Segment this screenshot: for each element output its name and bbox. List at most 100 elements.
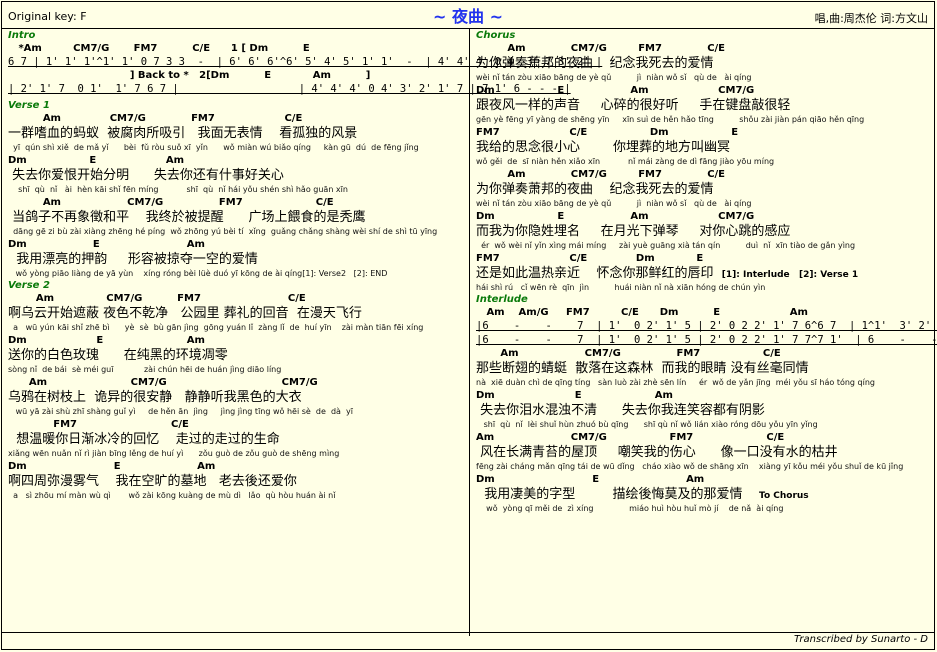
pinyin-line-text: ér wǒ wèi nǐ yǐn xìng mái míng zài yuè g… xyxy=(476,241,856,250)
chord-line: Am CM7/G FM7 C/E xyxy=(8,112,466,125)
pinyin-line-text: wǒ gěi de sī niàn hěn xiǎo xīn nǐ mái zà… xyxy=(476,157,775,166)
chord-line-text: Dm E Am xyxy=(476,390,673,401)
lyric-line-text: 那些断翅的蜻蜓 散落在这森林 而我的眼睛 没有丝毫同情 xyxy=(476,361,809,376)
chord-line-text: FM7 C/E Dm E xyxy=(476,127,739,138)
chord-line-text: Dm E Am xyxy=(476,474,705,485)
chord-line-text: Dm E Am CM7/G xyxy=(476,211,755,222)
pinyin-line-text: wèi nǐ tán zòu xiāo bāng de yè qǔ jì nià… xyxy=(476,73,752,82)
lyric-line-text: 我给的思念很小心 你埋葬的地方叫幽冥 xyxy=(476,140,731,155)
section-label: Verse 2 xyxy=(8,280,466,292)
chord-line-text: Am CM7/G FM7 C/E xyxy=(476,348,781,359)
pinyin-line: ér wǒ wèi nǐ yǐn xìng mái míng zài yuè g… xyxy=(476,240,932,252)
chord-line: Dm E Am xyxy=(8,460,466,473)
lyric-line-text: 我用漂亮的押韵 形容被掠夺一空的爱情 xyxy=(8,252,267,267)
lyric-line: 送你的白色玫瑰 在纯黑的环境凋零 xyxy=(8,347,466,364)
pinyin-line-text: yī qún shì xiě de mǎ yǐ bèi fǔ ròu suǒ x… xyxy=(8,143,419,152)
chord-line-text: Am CM7/G FM7 C/E xyxy=(8,293,306,304)
pinyin-line-text: wǒ yòng piāo liàng de yā yùn xíng róng b… xyxy=(8,269,303,278)
chord-line: ] Back to * 2[Dm E Am ] xyxy=(8,69,466,82)
chord-line: FM7 C/E Dm E xyxy=(476,252,932,265)
lyric-line: 我给的思念很小心 你埋葬的地方叫幽冥 xyxy=(476,139,932,156)
chord-line: Dm E Am xyxy=(8,334,466,347)
chord-line: Am CM7/G FM7 C/E xyxy=(8,292,466,305)
pinyin-line: gēn yè fēng yī yàng de shēng yīn xīn suì… xyxy=(476,114,932,126)
pinyin-line: shī qù nǐ lèi shuǐ hùn zhuó bù qīng shī … xyxy=(476,419,932,431)
notation-line-text: |6 - - 7 | 1' 0 2' 1' 5 | 2' 0 2 2' 1' 7… xyxy=(476,320,937,332)
lyric-line: 还是如此温热亲近 怀念你那鲜红的唇印 [1]: Interlude [2]: V… xyxy=(476,265,932,282)
chord-line-text: Dm E Am CM7/G xyxy=(476,85,755,96)
chord-line: Am Am/G FM7 C/E Dm E Am xyxy=(476,306,932,319)
lyric-line-text: 想温暖你日渐冰冷的回忆 走过的走过的生命 xyxy=(8,432,280,447)
chord-line: Am CM7/G FM7 C/E xyxy=(476,42,932,55)
pinyin-line: wǒ yòng qī měi de zì xíng miáo huì hòu h… xyxy=(476,503,932,515)
chord-line: Am CM7/G FM7 C/E xyxy=(476,347,932,360)
song-title: ~ 夜曲 ~ xyxy=(433,7,503,26)
pinyin-line-text: hái shì rú cǐ wēn rè qīn jìn huái niàn n… xyxy=(476,283,766,292)
section-label-text: Chorus xyxy=(476,30,516,41)
pinyin-line-text: dāng gē zi bù zài xiàng zhēng hé píng wǒ… xyxy=(8,227,438,236)
chord-line: Am CM7/G FM7 C/E xyxy=(476,431,932,444)
chord-line: Dm E Am xyxy=(476,473,932,486)
pinyin-line: nà xiē duàn chì de qīng tíng sàn luò zài… xyxy=(476,377,932,389)
lyric-line: 失去你泪水混浊不清 失去你我连笑容都有阴影 xyxy=(476,402,932,419)
pinyin-line: wèi nǐ tán zòu xiāo bāng de yè qǔ jì nià… xyxy=(476,72,932,84)
pinyin-line: wǒ yòng piāo liàng de yā yùn xíng róng b… xyxy=(8,268,466,280)
right-column: Chorus Am CM7/G FM7 C/E 为你弹奏萧邦的夜曲 纪念我死去的爱… xyxy=(476,30,937,515)
chord-line-text: Am CM7/G FM7 C/E xyxy=(476,169,726,180)
transcriber-credit: Transcribed by Sunarto - D xyxy=(794,634,928,645)
pinyin-line: yī qún shì xiě de mǎ yǐ bèi fǔ ròu suǒ x… xyxy=(8,142,466,154)
chord-line-text: Dm E Am xyxy=(8,155,185,166)
lyric-line-text: 送你的白色玫瑰 在纯黑的环境凋零 xyxy=(8,348,228,363)
notation-line-text: |6 - - 7 | 1' 0 2' 1' 5 | 2' 0 2 2' 1' 7… xyxy=(476,334,937,346)
lyric-line-text: 跟夜风一样的声音 心碎的很好听 手在键盘敲很轻 xyxy=(476,98,791,113)
lyric-line-text: 失去你泪水混浊不清 失去你我连笑容都有阴影 xyxy=(476,403,765,418)
chord-line-text: Dm E Am xyxy=(8,239,205,250)
notation-line: 6 7 | 1' 1' 1'^1' 1' 0 7 3 3 - | 6' 6' 6… xyxy=(8,55,602,69)
chord-line: *Am CM7/G FM7 C/E 1 [ Dm E xyxy=(8,42,466,55)
lyric-line-text: 还是如此温热亲近 怀念你那鲜红的唇印 xyxy=(476,266,722,281)
pinyin-line-text: shī qù nǐ lèi shuǐ hùn zhuó bù qīng shī … xyxy=(476,420,818,429)
lyric-line-text: 当鸽子不再象徵和平 我终於被提醒 广场上餵食的是秃鹰 xyxy=(8,210,366,225)
song-credits: 唱,曲:周杰伦 词:方文山 xyxy=(814,12,928,25)
pinyin-line-text: wǒ yòng qī měi de zì xíng miáo huì hòu h… xyxy=(476,504,784,513)
pinyin-line-text: wū yā zài shù zhī shàng guǐ yì de hěn ān… xyxy=(8,407,353,416)
pinyin-line-text: fēng zài cháng mǎn qīng tái de wū dǐng c… xyxy=(476,462,904,471)
lyric-line-text: 我用凄美的字型 描绘後悔莫及的那爱情 xyxy=(476,487,759,502)
chord-line: Am CM7/G FM7 C/E xyxy=(476,168,932,181)
lyric-line: 那些断翅的蜻蜓 散落在这森林 而我的眼睛 没有丝毫同情 xyxy=(476,360,932,377)
pinyin-line-text: sòng nǐ de bái sè méi guī zài chún hēi d… xyxy=(8,365,282,374)
pinyin-line-text: a sì zhōu mí màn wù qì wǒ zài kōng kuàng… xyxy=(8,491,336,500)
lyric-line-text: 为你弹奏萧邦的夜曲 纪念我死去的爱情 xyxy=(476,56,714,71)
pinyin-line: a sì zhōu mí màn wù qì wǒ zài kōng kuàng… xyxy=(8,490,466,502)
lyric-line-text: 啊四周弥漫雾气 我在空旷的墓地 老去後还爱你 xyxy=(8,474,297,489)
notation-line: | 2' 1' 7 0 1' 1' 7 6 7 | | 4' 4' 4' 0 4… xyxy=(8,82,571,96)
chord-line-text: *Am CM7/G FM7 C/E 1 [ Dm E xyxy=(8,43,310,54)
section-label-text: Intro xyxy=(8,30,36,41)
navigation-tag: [1]: Verse2 [2]: END xyxy=(302,269,388,278)
lyric-line-text: 而我为你隐姓埋名 在月光下弹琴 对你心跳的感应 xyxy=(476,224,791,239)
column-divider xyxy=(469,28,470,636)
pinyin-line-text: shī qù nǐ ài hèn kāi shǐ fēn míng shī qù… xyxy=(8,185,348,194)
pinyin-line: a wū yún kāi shǐ zhē bì yè sè bù gān jìn… xyxy=(8,322,466,334)
lyric-line: 我用漂亮的押韵 形容被掠夺一空的爱情 xyxy=(8,251,466,268)
chord-line: Am CM7/G FM7 C/E xyxy=(8,196,466,209)
pinyin-line-text: a wū yún kāi shǐ zhē bì yè sè bù gān jìn… xyxy=(8,323,424,332)
lyric-line: 为你弹奏萧邦的夜曲 纪念我死去的爱情 xyxy=(476,55,932,72)
pinyin-line: wǒ gěi de sī niàn hěn xiǎo xīn nǐ mái zà… xyxy=(476,156,932,168)
chord-line: Dm E Am CM7/G xyxy=(476,84,932,97)
pinyin-line: wèi nǐ tán zòu xiāo bāng de yè qǔ jì nià… xyxy=(476,198,932,210)
chord-line-text: Am CM7/G FM7 C/E xyxy=(8,113,303,124)
lyric-line-text: 风在长满青苔的屋顶 嘲笑我的伤心 像一口没有水的枯井 xyxy=(476,445,838,460)
navigation-tag: To Chorus xyxy=(759,491,809,501)
pinyin-line: fēng zài cháng mǎn qīng tái de wū dǐng c… xyxy=(476,461,932,473)
chord-sheet: Original key: F ~ 夜曲 ~ 唱,曲:周杰伦 词:方文山 Int… xyxy=(1,1,937,650)
sheet-footer: Transcribed by Sunarto - D xyxy=(2,632,934,649)
lyric-line: 为你弹奏萧邦的夜曲 纪念我死去的爱情 xyxy=(476,181,932,198)
lyric-line-text: 啊乌云开始遮蔽 夜色不乾净 公园里 葬礼的回音 在漫天飞行 xyxy=(8,306,362,321)
chord-line-text: Am CM7/G FM7 C/E xyxy=(476,43,726,54)
left-column: Intro *Am CM7/G FM7 C/E 1 [ Dm E6 7 | 1'… xyxy=(8,30,602,502)
chord-line-text: Am CM7/G FM7 C/E xyxy=(476,432,785,443)
chord-line-text: Am Am/G FM7 C/E Dm E Am xyxy=(476,307,808,318)
pinyin-line: dāng gē zi bù zài xiàng zhēng hé píng wǒ… xyxy=(8,226,466,238)
lyric-line: 失去你爱恨开始分明 失去你还有什事好关心 xyxy=(8,167,466,184)
